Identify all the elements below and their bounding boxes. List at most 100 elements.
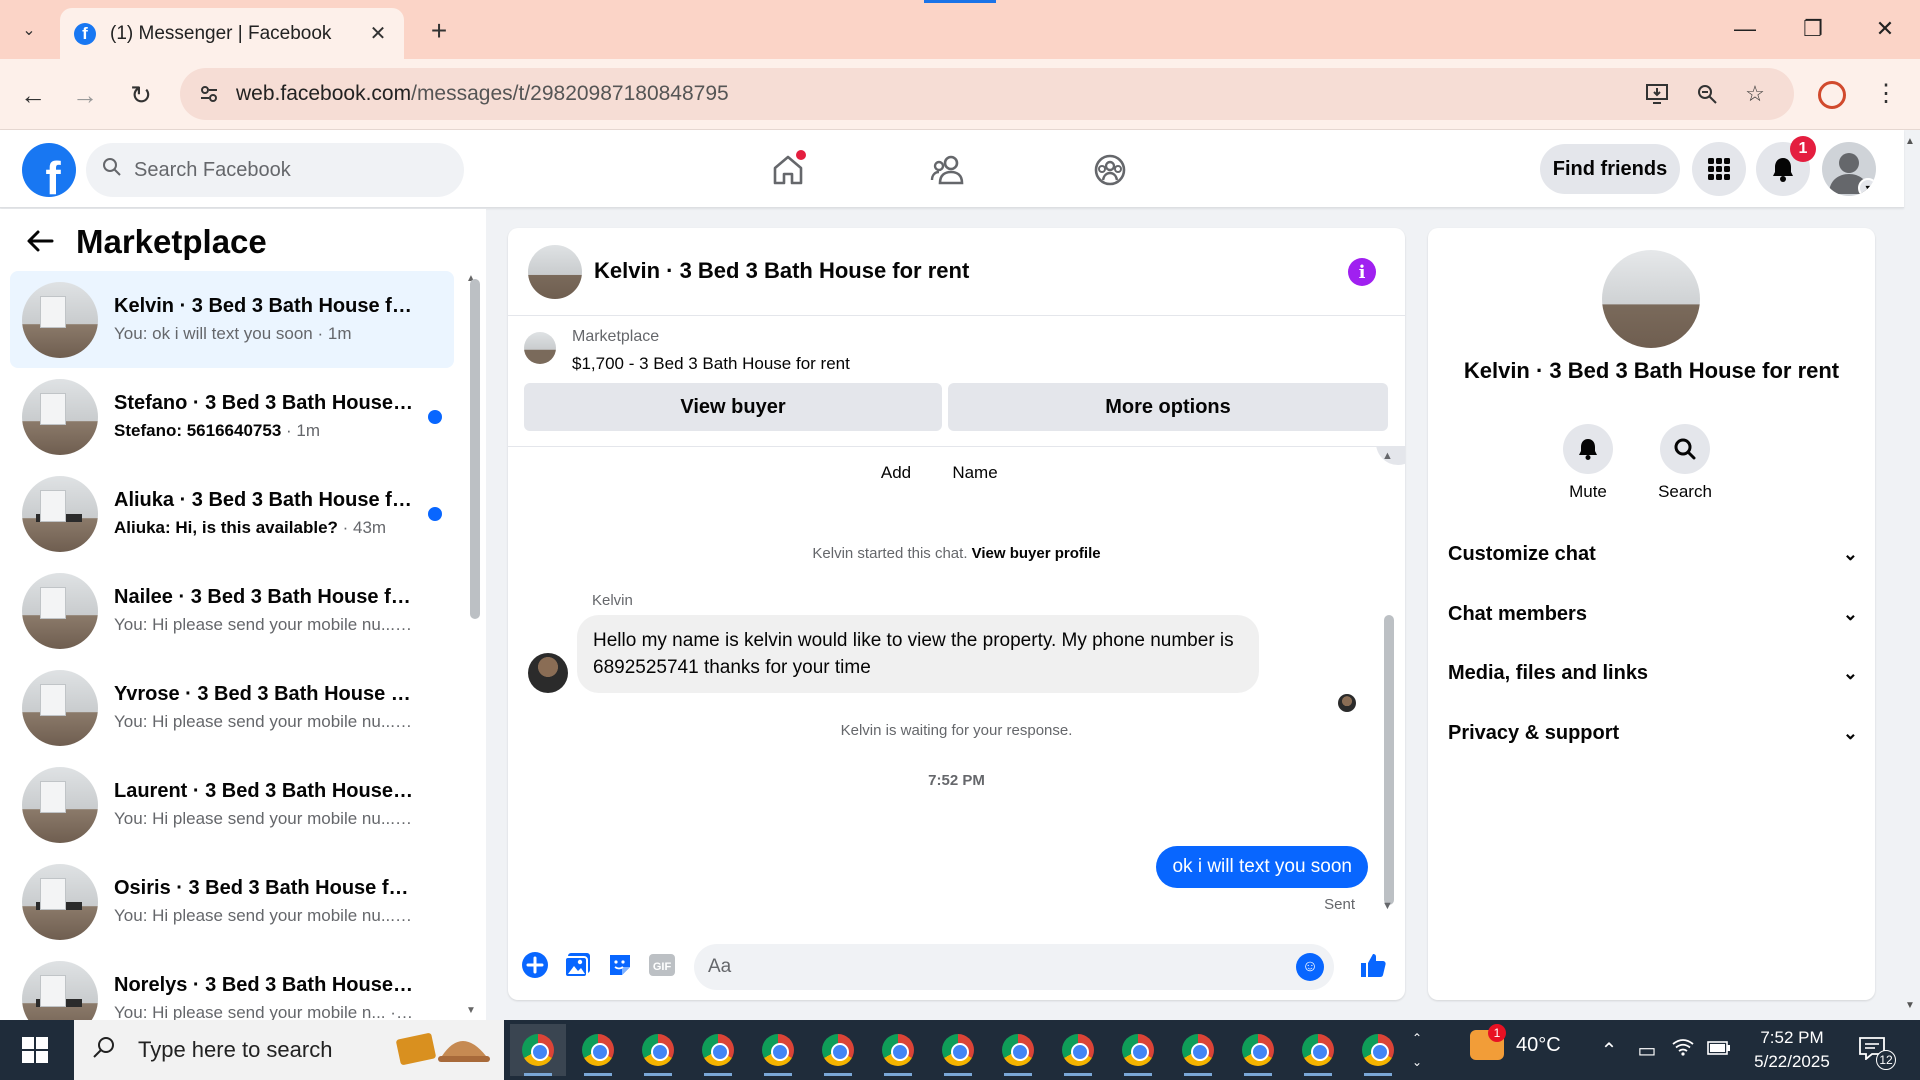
chrome-taskbar-icon[interactable] — [990, 1024, 1046, 1076]
account-avatar[interactable]: ▾ — [1822, 142, 1876, 196]
thread-scroll-up-icon[interactable]: ▲ — [1382, 450, 1393, 462]
view-buyer-button[interactable]: View buyer — [524, 383, 942, 431]
chrome-taskbar-icon[interactable] — [690, 1024, 746, 1076]
battery-icon[interactable] — [1706, 1038, 1732, 1061]
meet-now-icon[interactable]: ▭ — [1634, 1038, 1660, 1063]
gif-icon[interactable]: GIF — [647, 950, 677, 980]
conversation-avatar[interactable] — [1602, 250, 1700, 348]
chat-title[interactable]: Kelvin · 3 Bed 3 Bath House for rent — [594, 258, 969, 284]
chrome-taskbar-icon[interactable] — [1350, 1024, 1406, 1076]
sticker-icon[interactable] — [605, 950, 635, 980]
thread-scroll-down-icon[interactable]: ▼ — [1382, 900, 1393, 912]
page-scroll-down-icon[interactable]: ▼ — [1905, 1000, 1915, 1011]
menu-grid-icon[interactable] — [1692, 142, 1746, 196]
back-icon[interactable]: ← — [14, 76, 52, 114]
thread-scrollbar[interactable] — [1384, 615, 1394, 905]
privacy-support-section[interactable]: Privacy & support ⌄ — [1448, 711, 1858, 755]
listing-summary[interactable]: Marketplace $1,700 - 3 Bed 3 Bath House … — [524, 328, 1384, 378]
action-center-badge: 12 — [1876, 1050, 1896, 1070]
chrome-icon — [702, 1034, 734, 1066]
facebook-logo[interactable]: f — [22, 143, 76, 197]
more-actions-plus-icon[interactable] — [520, 950, 550, 980]
conversation-item[interactable]: Yvrose · 3 Bed 3 Bath House for ... You: … — [10, 659, 454, 756]
system-clock[interactable]: 7:52 PM 5/22/2025 — [1744, 1026, 1840, 1074]
wifi-icon[interactable] — [1670, 1038, 1696, 1062]
minimize-icon[interactable]: — — [1722, 10, 1768, 48]
chrome-taskbar-icon[interactable] — [1290, 1024, 1346, 1076]
like-thumb-icon[interactable] — [1358, 950, 1388, 980]
chat-started-notice: Kelvin started this chat. View buyer pro… — [812, 545, 1101, 562]
page-scroll-up-icon[interactable]: ▲ — [1905, 136, 1915, 147]
find-friends-button[interactable]: Find friends — [1540, 144, 1680, 194]
chrome-taskbar-icon[interactable] — [870, 1024, 926, 1076]
forward-icon[interactable]: → — [66, 76, 104, 114]
conversation-preview: You: Hi please send your mobile nu... · … — [114, 615, 414, 634]
url-text: web.facebook.com/messages/t/298209871808… — [236, 82, 729, 105]
bookmark-star-icon[interactable]: ☆ — [1740, 79, 1770, 109]
taskbar-overflow-icon[interactable]: ⌃ ⌄ — [1412, 1026, 1422, 1074]
chrome-taskbar-icon[interactable] — [930, 1024, 986, 1076]
url-field[interactable]: web.facebook.com/messages/t/298209871808… — [180, 68, 1794, 120]
new-tab-icon[interactable]: + — [422, 14, 456, 48]
chat-listing-avatar[interactable] — [528, 245, 582, 299]
zoom-icon[interactable] — [1692, 79, 1722, 109]
conversation-item[interactable]: Kelvin · 3 Bed 3 Bath House for ... You: … — [10, 271, 454, 368]
chrome-taskbar-icon[interactable] — [810, 1024, 866, 1076]
search-conversation-icon[interactable] — [1660, 424, 1710, 474]
close-window-icon[interactable]: ✕ — [1862, 10, 1908, 48]
message-input[interactable] — [708, 956, 1268, 978]
media-files-links-section[interactable]: Media, files and links ⌄ — [1448, 651, 1858, 695]
friends-nav-icon[interactable] — [918, 144, 978, 196]
action-center-icon[interactable]: 12 — [1858, 1036, 1896, 1070]
sidebar-scrollbar[interactable] — [470, 279, 480, 619]
conversation-item[interactable]: Nailee · 3 Bed 3 Bath House for ... You: … — [10, 562, 454, 659]
chrome-taskbar-icon[interactable] — [1110, 1024, 1166, 1076]
browser-menu-icon[interactable]: ⋮ — [1874, 79, 1898, 108]
chat-members-section[interactable]: Chat members ⌄ — [1448, 592, 1858, 636]
chrome-taskbar-icon[interactable] — [630, 1024, 686, 1076]
mute-action[interactable]: Mute — [1548, 424, 1628, 502]
attach-photo-icon[interactable] — [563, 950, 593, 980]
chrome-taskbar-icon[interactable] — [1050, 1024, 1106, 1076]
reload-icon[interactable]: ↻ — [122, 76, 160, 114]
chrome-taskbar-icon[interactable] — [1170, 1024, 1226, 1076]
browser-profile-icon[interactable] — [1818, 81, 1846, 109]
conversation-item[interactable]: Stefano · 3 Bed 3 Bath House f... Stefano… — [10, 368, 454, 465]
incoming-message[interactable]: Hello my name is kelvin would like to vi… — [577, 615, 1259, 693]
weather-icon: 1 — [1470, 1024, 1506, 1060]
home-nav-icon[interactable] — [758, 144, 818, 196]
browser-tab[interactable]: f (1) Messenger | Facebook ✕ — [60, 8, 404, 59]
windows-start-icon[interactable] — [0, 1020, 70, 1080]
show-hidden-icons-icon[interactable]: ⌃ — [1596, 1038, 1622, 1063]
sender-avatar[interactable] — [528, 653, 568, 693]
search-action[interactable]: Search — [1645, 424, 1725, 502]
chrome-taskbar-icon[interactable] — [510, 1024, 566, 1076]
conversation-item[interactable]: Osiris · 3 Bed 3 Bath House for r... You:… — [10, 853, 454, 950]
mute-bell-icon[interactable] — [1563, 424, 1613, 474]
install-app-icon[interactable] — [1642, 79, 1672, 109]
site-info-icon[interactable] — [194, 79, 224, 109]
info-icon[interactable]: i — [1348, 258, 1376, 286]
restore-icon[interactable]: ❐ — [1790, 10, 1836, 48]
chrome-taskbar-icon[interactable] — [570, 1024, 626, 1076]
tab-close-icon[interactable]: ✕ — [366, 21, 390, 46]
customize-chat-section[interactable]: Customize chat ⌄ — [1448, 532, 1858, 576]
outgoing-message[interactable]: ok i will text you soon — [1156, 846, 1368, 888]
chrome-taskbar-icon[interactable] — [750, 1024, 806, 1076]
facebook-search[interactable] — [86, 143, 464, 197]
sidebar-scroll-down-icon[interactable]: ▼ — [466, 1005, 476, 1016]
chrome-taskbar-icon[interactable] — [1230, 1024, 1286, 1076]
back-arrow-icon[interactable] — [26, 227, 54, 261]
unread-dot — [428, 507, 442, 521]
view-buyer-profile-link[interactable]: View buyer profile — [972, 545, 1101, 562]
emoji-icon[interactable]: ☺ — [1296, 953, 1324, 981]
groups-nav-icon[interactable] — [1080, 144, 1140, 196]
conversation-item[interactable]: Aliuka · 3 Bed 3 Bath House fo... Aliuka:… — [10, 465, 454, 562]
tab-search-dropdown-icon[interactable]: ⌄ — [10, 12, 48, 48]
weather-widget[interactable]: 1 40°C — [1470, 1024, 1561, 1060]
conversation-item[interactable]: Laurent · 3 Bed 3 Bath House fo... You: H… — [10, 756, 454, 853]
search-input[interactable] — [134, 158, 434, 182]
taskbar-search[interactable]: Type here to search — [74, 1020, 504, 1080]
notifications-bell-icon[interactable]: 1 — [1756, 136, 1816, 196]
more-options-button[interactable]: More options — [948, 383, 1388, 431]
